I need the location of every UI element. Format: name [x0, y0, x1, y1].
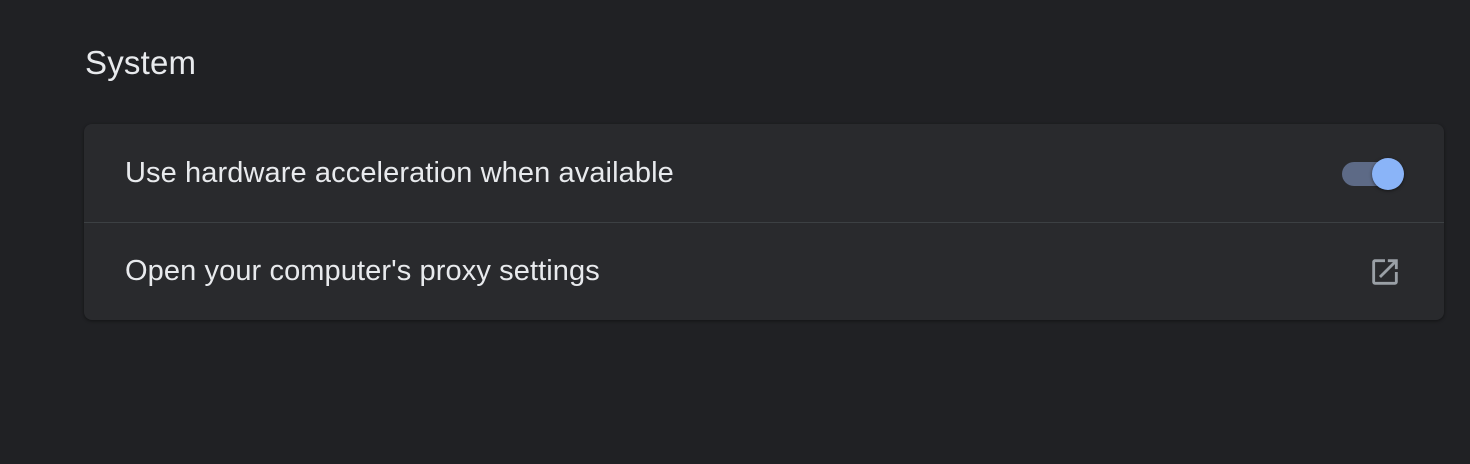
section-title: System: [85, 44, 197, 81]
system-settings-card: Use hardware acceleration when available…: [84, 124, 1444, 320]
hardware-acceleration-toggle[interactable]: [1342, 158, 1404, 190]
proxy-settings-row[interactable]: Open your computer's proxy settings: [84, 223, 1444, 320]
proxy-settings-label: Open your computer's proxy settings: [125, 255, 600, 287]
hardware-acceleration-label: Use hardware acceleration when available: [125, 156, 674, 189]
toggle-knob: [1372, 158, 1404, 190]
open-in-new-icon[interactable]: [1368, 255, 1402, 289]
hardware-acceleration-row[interactable]: Use hardware acceleration when available: [84, 124, 1444, 222]
